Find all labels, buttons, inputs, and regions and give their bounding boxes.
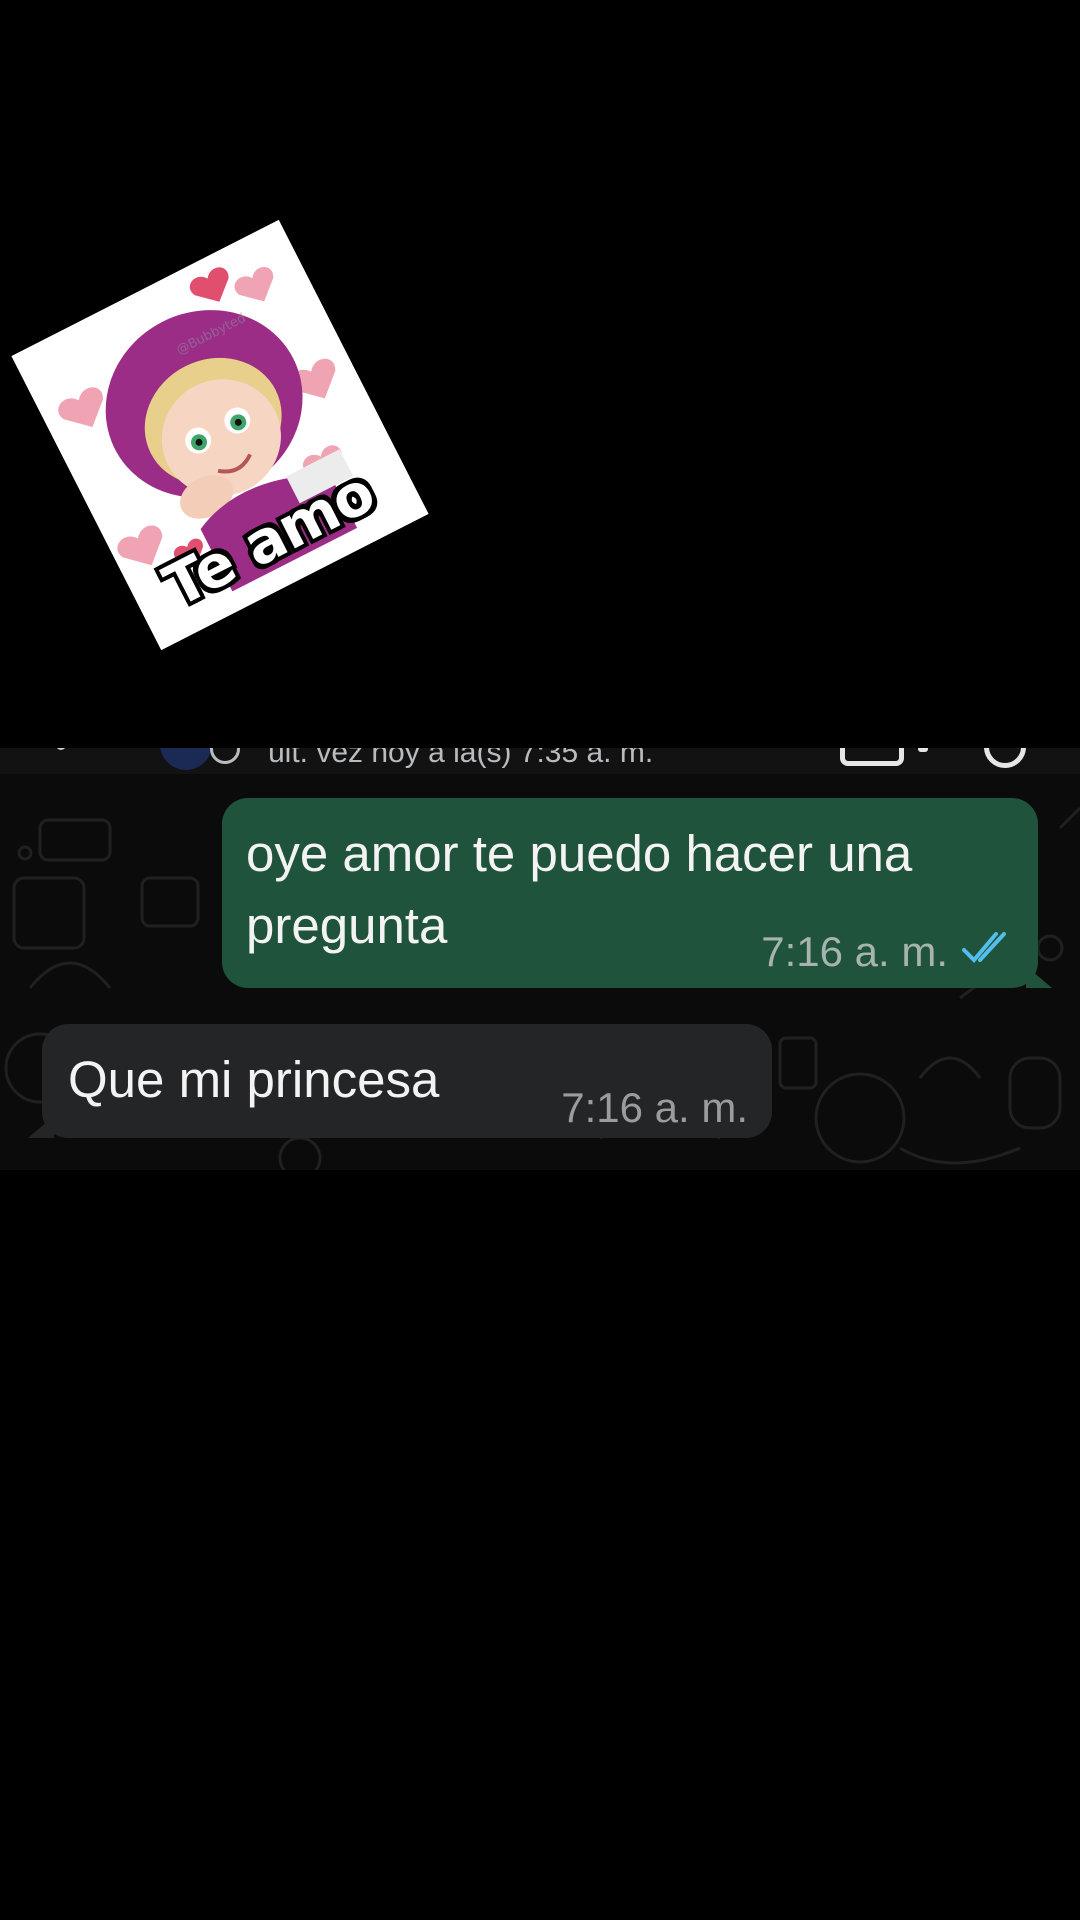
disappearing-timer-icon [210,748,240,764]
message-bubble-incoming[interactable]: Que mi princesa 7:16 a. m. [28,1024,772,1138]
message-time: 7:16 a. m. [561,1084,748,1131]
bubble-tail [28,1116,54,1138]
bubble-tail [1026,966,1052,988]
voice-call-icon[interactable] [918,748,928,752]
sticker-image[interactable]: @Bubbyted Te amo [11,219,429,651]
message-time: 7:16 a. m. [761,928,948,975]
last-seen-status: últ. vez hoy a la(s) 7:35 a. m. [268,748,654,769]
menu-icon[interactable] [984,748,1026,768]
chat-screenshot: últ. vez hoy a la(s) 7:35 a. m. oye amor… [0,748,1080,1170]
double-check-icon [960,928,1016,976]
message-bubble-outgoing[interactable]: oye amor te puedo hacer una pregunta 7:1… [222,798,1052,988]
chat-header[interactable]: últ. vez hoy a la(s) 7:35 a. m. [0,748,1080,774]
message-meta: 7:16 a. m. [761,928,1016,976]
back-icon[interactable] [56,748,66,750]
screen: @Bubbyted Te amo últ. vez hoy a la(s) 7:… [0,0,1080,1920]
avatar[interactable] [160,748,212,770]
message-meta: 7:16 a. m. [561,1084,748,1132]
video-call-icon[interactable] [840,748,904,766]
